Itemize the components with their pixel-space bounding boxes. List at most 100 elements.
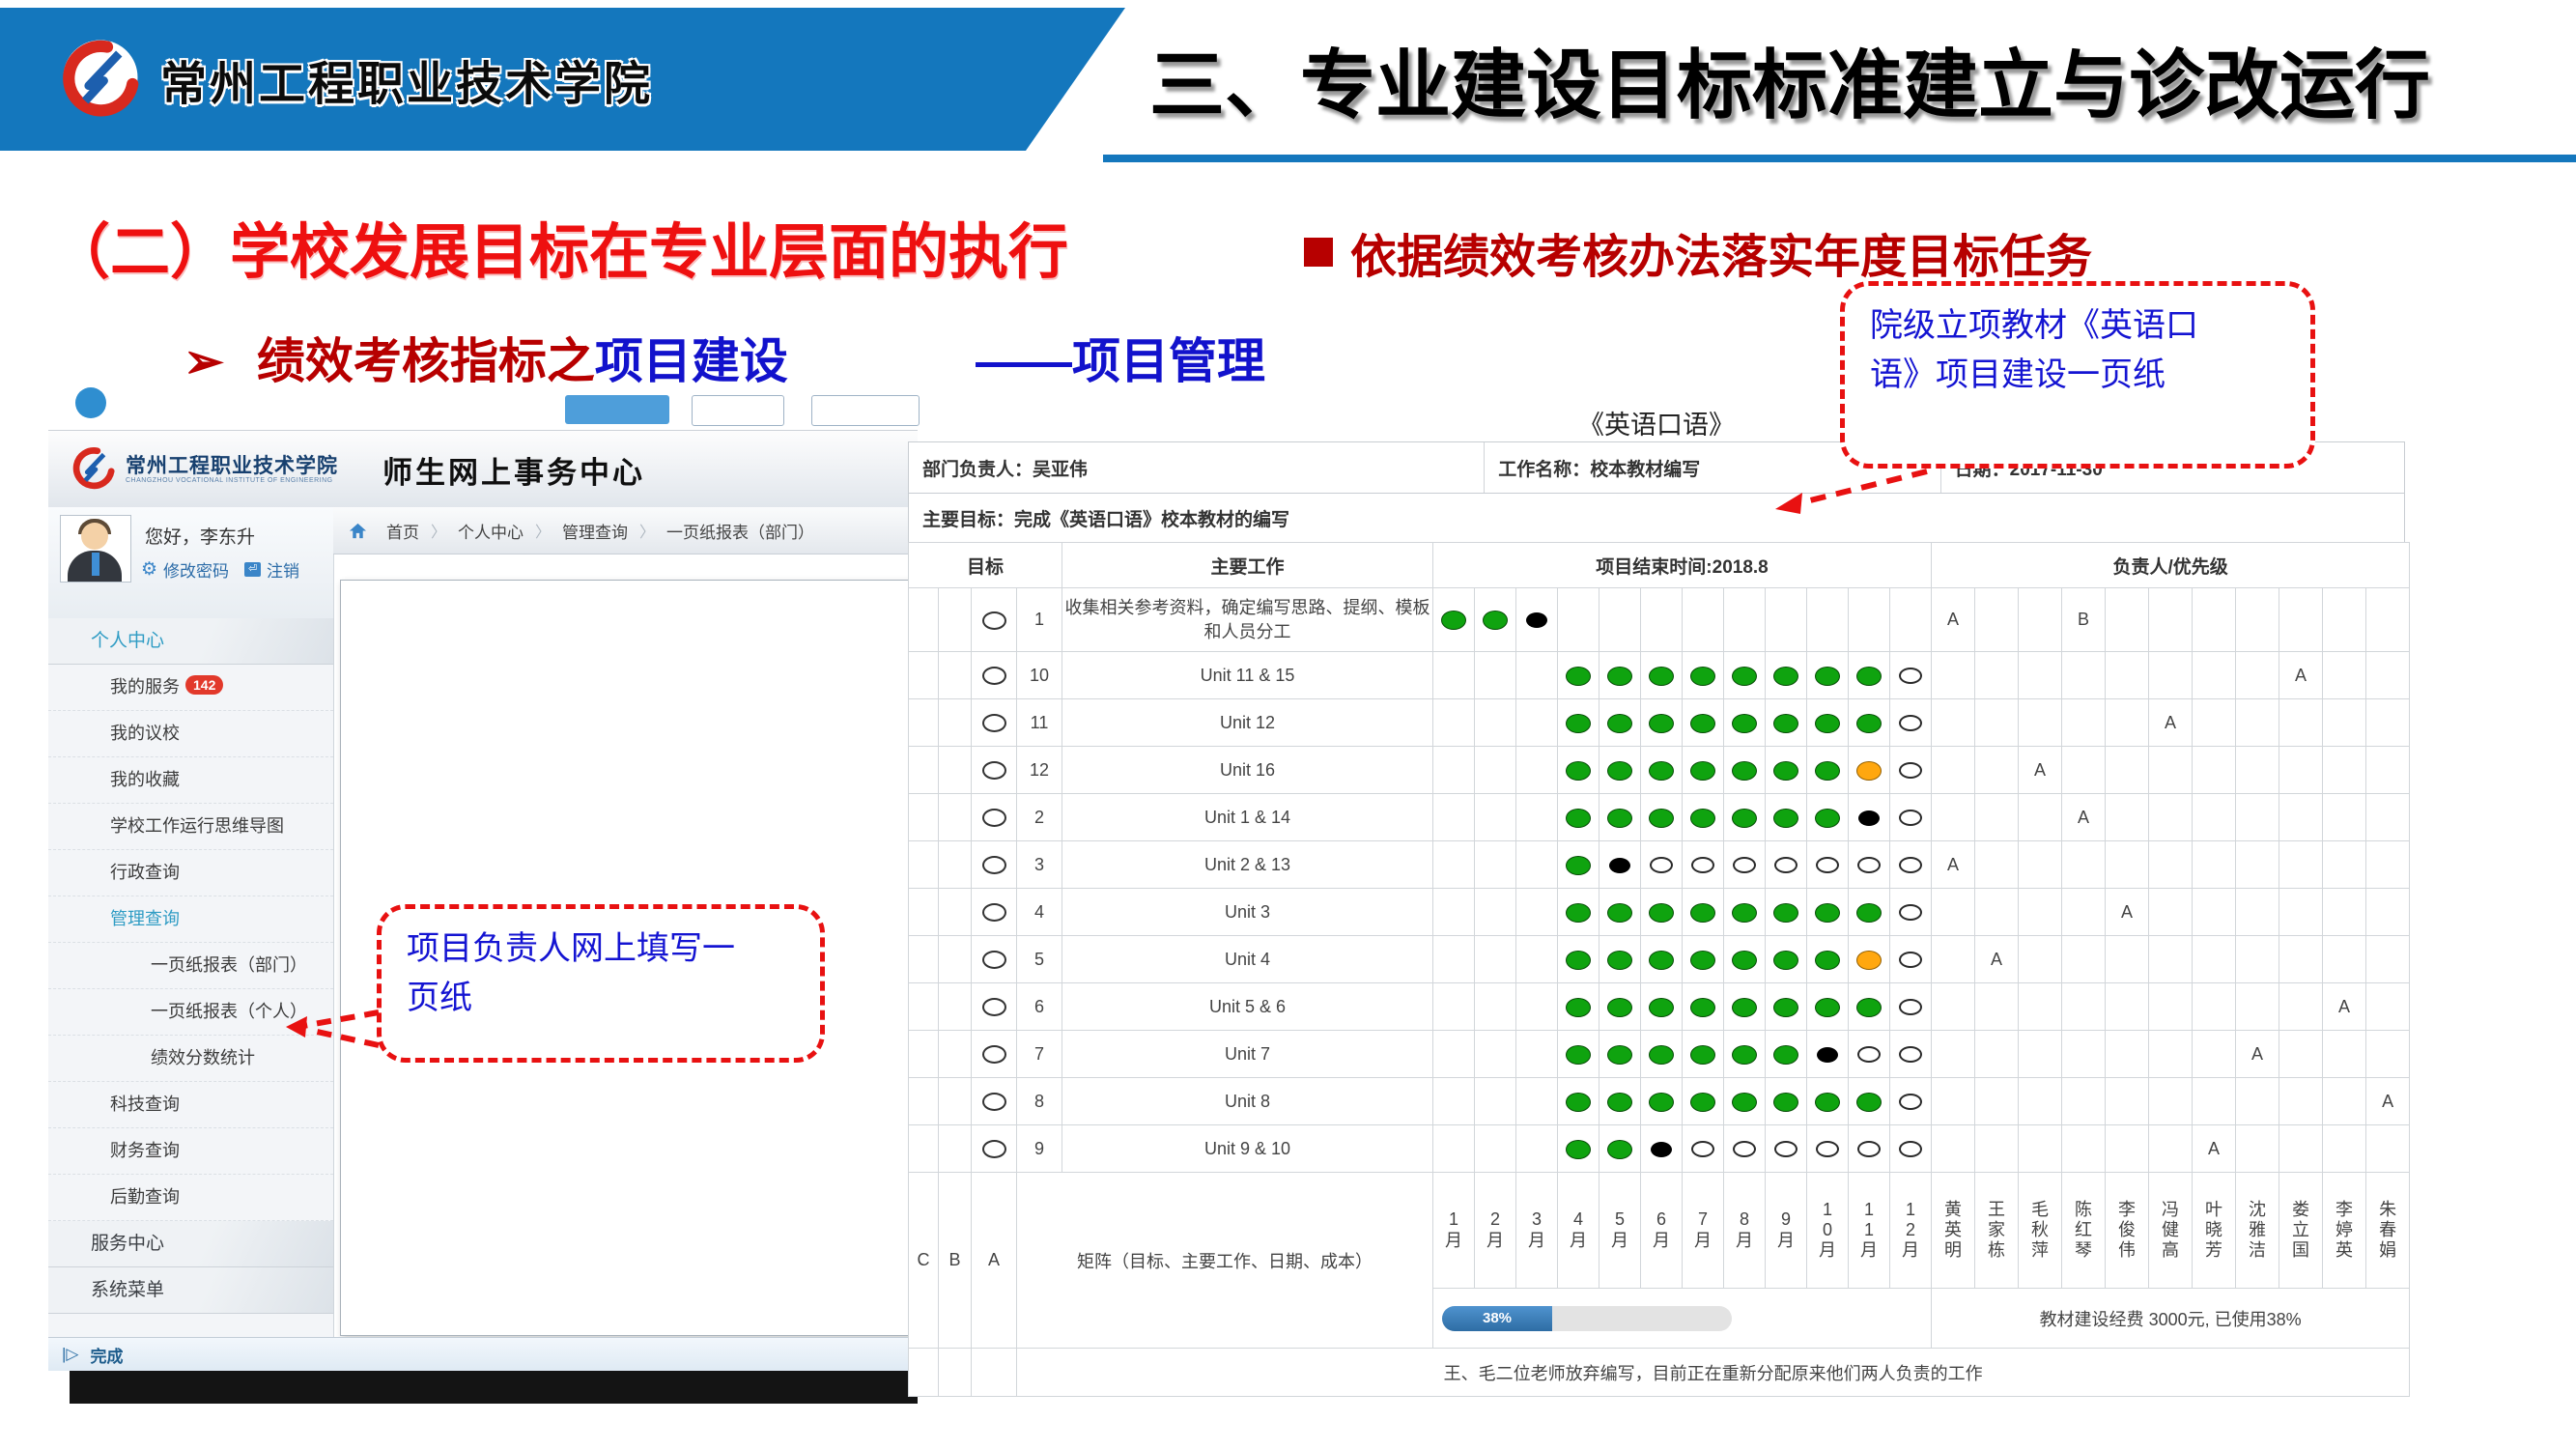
cell-task-text: Unit 9 & 10: [1062, 1125, 1433, 1173]
dialog-primary-button[interactable]: [565, 395, 669, 424]
dialog-secondary-button[interactable]: [811, 395, 920, 426]
goal-radio-button[interactable]: [982, 1045, 1006, 1064]
cell-month-dot: [1766, 841, 1807, 889]
cell-month-dot: [1724, 983, 1766, 1031]
month-label: 3月: [1516, 1173, 1558, 1289]
cell-owner-priority: [2236, 794, 2279, 841]
goal-radio-button[interactable]: [982, 903, 1006, 922]
cell-owner-priority: [2062, 936, 2106, 983]
goal-radio-button[interactable]: [982, 667, 1006, 685]
goal-radio-button[interactable]: [982, 998, 1006, 1016]
cell-month-dot: [1683, 747, 1724, 794]
breadcrumb-item[interactable]: 首页: [375, 519, 431, 543]
cell-month-dot: [1724, 699, 1766, 747]
logout-link[interactable]: 注销: [267, 557, 299, 582]
cell-month-dot: [1516, 699, 1558, 747]
goal-radio-button[interactable]: [982, 809, 1006, 827]
cell-month-dot: [1766, 936, 1807, 983]
table-row: 3Unit 2 & 13A: [909, 841, 2410, 889]
sidebar-item[interactable]: 我的收藏: [48, 757, 333, 804]
sidebar-item[interactable]: 个人中心: [48, 618, 333, 665]
sidebar-item[interactable]: 管理查询: [48, 896, 333, 943]
budget-note-cell: 教材建设经费 3000元, 已使用38%: [1932, 1289, 2410, 1349]
dot-green: [1732, 809, 1757, 828]
cell-month-dot: [1890, 983, 1932, 1031]
cell-radio: [972, 699, 1017, 747]
cell-owner-priority: [2019, 588, 2062, 652]
footnote-cell: 王、毛二位老师放弃编写，目前正在重新分配原来他们两人负责的工作: [1017, 1349, 2410, 1397]
dot-green: [1856, 667, 1882, 686]
cell-month-dot: [1475, 794, 1516, 841]
cell-month-dot: [1516, 1078, 1558, 1125]
cell-month-dot: [1724, 1125, 1766, 1173]
sidebar-item[interactable]: 我的服务142: [48, 665, 333, 711]
cell-owner-priority: [2279, 588, 2323, 652]
cell-month-dot: [1890, 699, 1932, 747]
month-label: 12月: [1890, 1173, 1932, 1289]
goal-radio-button[interactable]: [982, 1140, 1006, 1158]
breadcrumb-separator-icon: 〉: [431, 519, 446, 542]
portal-screenshot: 常州工程职业技术学院 CHANGZHOU VOCATIONAL INSTITUT…: [48, 391, 918, 1404]
cell-owner-priority: [2019, 1031, 2062, 1078]
callout-line: 项目负责人网上填写一: [407, 924, 795, 974]
breadcrumb-item[interactable]: 一页纸报表（部门）: [655, 519, 826, 543]
breadcrumb: 首页〉个人中心〉管理查询〉一页纸报表（部门）: [333, 507, 918, 554]
dot-black: [1609, 858, 1630, 873]
sidebar-item[interactable]: 我的议校: [48, 711, 333, 757]
goal-radio-button[interactable]: [982, 714, 1006, 732]
empty-cell: [909, 1349, 939, 1397]
person-name-label: 冯健高: [2149, 1173, 2193, 1289]
cell-month-dot: [1849, 841, 1890, 889]
dot-green: [1607, 761, 1632, 781]
cell-month-dot: [1516, 841, 1558, 889]
goal-radio-button[interactable]: [982, 761, 1006, 780]
cell-owner-priority: [2323, 652, 2366, 699]
sidebar-item[interactable]: 学校工作运行思维导图: [48, 804, 333, 850]
cell-month-dot: [1849, 652, 1890, 699]
dot-green: [1856, 1093, 1882, 1112]
change-password-link[interactable]: 修改密码: [163, 557, 229, 582]
sidebar-item[interactable]: 系统菜单: [48, 1267, 333, 1314]
cell-month-dot: [1475, 699, 1516, 747]
month-label: 10月: [1807, 1173, 1849, 1289]
breadcrumb-item[interactable]: 管理查询: [551, 519, 639, 543]
month-label: 5月: [1599, 1173, 1641, 1289]
cell-month-dot: [1558, 1125, 1599, 1173]
cell-month-dot: [1890, 747, 1932, 794]
sidebar-item[interactable]: 财务查询: [48, 1128, 333, 1175]
cell-month-dot: [1849, 1125, 1890, 1173]
cell-month-dot: [1766, 747, 1807, 794]
cell-owner-priority: A: [2149, 699, 2193, 747]
goal-radio-button[interactable]: [982, 951, 1006, 969]
dialog-secondary-button[interactable]: [692, 395, 784, 426]
progress-bar: 38%: [1442, 1306, 1732, 1331]
sidebar-item[interactable]: 科技查询: [48, 1082, 333, 1128]
cell-month-dot: [1849, 1031, 1890, 1078]
sidebar-item[interactable]: 服务中心: [48, 1221, 333, 1267]
cell-owner-priority: [2236, 588, 2279, 652]
cell-month-dot: [1683, 1031, 1724, 1078]
goal-radio-button[interactable]: [982, 611, 1006, 630]
goal-radio-button[interactable]: [982, 856, 1006, 874]
cell-month-dot: [1766, 652, 1807, 699]
dot-open: [1691, 1141, 1714, 1157]
progress-cell: 38%: [1433, 1289, 1932, 1349]
cell-owner-priority: [2323, 794, 2366, 841]
cell-month-dot: [1516, 794, 1558, 841]
cell-month-dot: [1641, 747, 1683, 794]
breadcrumb-item[interactable]: 个人中心: [446, 519, 535, 543]
table-row: 8Unit 8A: [909, 1078, 2410, 1125]
cell-owner-priority: [2106, 588, 2149, 652]
cell-owner-priority: [2193, 1031, 2236, 1078]
browser-remnant-icon[interactable]: [75, 387, 106, 418]
cell-owner-priority: [2106, 983, 2149, 1031]
dot-green: [1566, 761, 1591, 781]
goal-radio-button[interactable]: [982, 1093, 1006, 1111]
cell-month-dot: [1475, 588, 1516, 652]
sidebar-item[interactable]: 行政查询: [48, 850, 333, 896]
cell-month-dot: [1849, 794, 1890, 841]
cell-owner-priority: [2236, 1125, 2279, 1173]
sidebar-item[interactable]: 一页纸报表（部门）: [48, 943, 333, 989]
cell-month-dot: [1724, 841, 1766, 889]
sidebar-item[interactable]: 后勤查询: [48, 1175, 333, 1221]
